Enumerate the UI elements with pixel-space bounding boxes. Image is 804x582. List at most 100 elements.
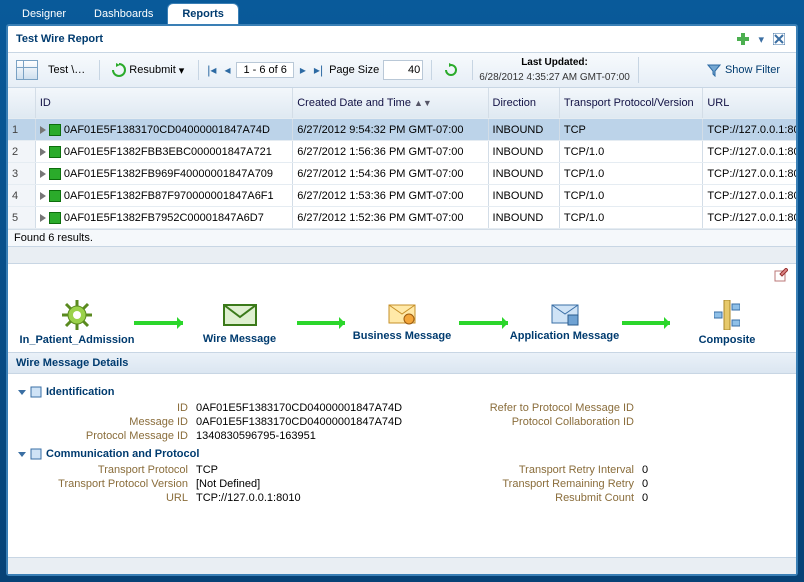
cell-direction: INBOUND <box>488 119 559 141</box>
cell-direction: INBOUND <box>488 141 559 163</box>
close-panel-icon[interactable] <box>770 30 788 48</box>
expand-row-icon[interactable] <box>40 214 46 222</box>
resubmit-button[interactable]: Resubmit ▾ <box>106 60 190 80</box>
next-page-icon[interactable]: ▸ <box>298 63 308 77</box>
expand-row-icon[interactable] <box>40 126 46 134</box>
protocol-collab-id-key: Protocol Collaboration ID <box>464 416 634 428</box>
collapse-icon[interactable] <box>18 390 26 395</box>
results-table: ID Created Date and Time ▲▼ Direction Tr… <box>8 88 796 229</box>
protocol-message-id-value: 1340830596795-163951 <box>196 430 456 442</box>
cell-id: 0AF01E5F1382FB7952C00001847A6D7 <box>35 207 292 229</box>
flow-node-endpoint[interactable]: In_Patient_Admission <box>20 334 135 346</box>
doc-icon <box>30 448 42 460</box>
flow-node-composite[interactable]: Composite <box>699 334 756 346</box>
chevron-down-icon[interactable]: ▾ <box>758 33 764 46</box>
cell-created: 6/27/2012 1:52:36 PM GMT-07:00 <box>293 207 488 229</box>
col-rownum[interactable] <box>8 88 35 119</box>
table-row[interactable]: 10AF01E5F1383170CD04000001847A74D6/27/20… <box>8 119 796 141</box>
row-number: 2 <box>8 141 35 163</box>
cell-url: TCP://127.0.0.1:8010 <box>703 119 796 141</box>
envelope-icon <box>222 301 258 329</box>
arrow-icon <box>297 321 346 325</box>
tab-dashboards[interactable]: Dashboards <box>80 4 167 24</box>
refer-pmid-value <box>642 402 702 414</box>
transport-remaining-retry-value: 0 <box>642 478 702 490</box>
cell-direction: INBOUND <box>488 163 559 185</box>
col-direction[interactable]: Direction <box>488 88 559 119</box>
first-page-icon[interactable]: |◂ <box>205 63 218 77</box>
composite-icon <box>714 300 740 330</box>
refresh-icon <box>444 63 458 77</box>
url-value: TCP://127.0.0.1:8010 <box>196 492 456 504</box>
status-icon <box>49 190 61 202</box>
show-filter-label: Show Filter <box>725 64 780 76</box>
cell-url: TCP://127.0.0.1:8010 <box>703 163 796 185</box>
funnel-icon <box>707 63 721 77</box>
horizontal-scrollbar[interactable] <box>8 557 796 574</box>
transport-retry-interval-value: 0 <box>642 464 702 476</box>
cell-direction: INBOUND <box>488 185 559 207</box>
flow-node-wire-message[interactable]: Wire Message <box>203 333 276 345</box>
col-created[interactable]: Created Date and Time ▲▼ <box>293 88 488 119</box>
id-value: 0AF01E5F1383170CD04000001847A74D <box>196 402 456 414</box>
arrow-icon <box>622 321 671 325</box>
prev-page-icon[interactable]: ◂ <box>222 63 232 77</box>
doc-icon <box>30 386 42 398</box>
page-size-input[interactable] <box>383 60 423 80</box>
tab-designer[interactable]: Designer <box>8 4 80 24</box>
last-page-icon[interactable]: ▸| <box>312 63 325 77</box>
protocol-collab-id-value <box>642 416 702 428</box>
flow-node-business-message[interactable]: Business Message <box>353 330 451 342</box>
table-row[interactable]: 30AF01E5F1382FB969F40000001847A7096/27/2… <box>8 163 796 185</box>
transport-protocol-version-key: Transport Protocol Version <box>18 478 188 490</box>
flow-node-application-message[interactable]: Application Message <box>510 330 619 342</box>
edit-report-icon[interactable] <box>772 266 790 284</box>
cell-created: 6/27/2012 1:56:36 PM GMT-07:00 <box>293 141 488 163</box>
protocol-message-id-key: Protocol Message ID <box>18 430 188 442</box>
horizontal-scrollbar[interactable] <box>8 246 796 263</box>
expand-row-icon[interactable] <box>40 148 46 156</box>
cell-created: 6/27/2012 1:53:36 PM GMT-07:00 <box>293 185 488 207</box>
refresh-button[interactable] <box>438 60 464 80</box>
cell-url: TCP://127.0.0.1:8010 <box>703 141 796 163</box>
col-url[interactable]: URL <box>703 88 796 119</box>
transport-retry-interval-key: Transport Retry Interval <box>464 464 634 476</box>
expand-row-icon[interactable] <box>40 192 46 200</box>
col-transport[interactable]: Transport Protocol/Version <box>559 88 702 119</box>
table-row[interactable]: 20AF01E5F1382FBB3EBC000001847A7216/27/20… <box>8 141 796 163</box>
url-key: URL <box>18 492 188 504</box>
cell-transport: TCP/1.0 <box>559 163 702 185</box>
table-row[interactable]: 50AF01E5F1382FB7952C00001847A6D76/27/201… <box>8 207 796 229</box>
status-icon <box>49 146 61 158</box>
row-number: 4 <box>8 185 35 207</box>
cell-created: 6/27/2012 9:54:32 PM GMT-07:00 <box>293 119 488 141</box>
test-dropdown[interactable]: Test \… <box>42 61 91 79</box>
test-dropdown-label: Test \… <box>48 64 85 76</box>
tab-reports[interactable]: Reports <box>167 3 239 24</box>
envelope-gear-icon <box>388 304 416 326</box>
cell-id: 0AF01E5F1382FB87F970000001847A6F1 <box>35 185 292 207</box>
resubmit-label: Resubmit <box>129 64 175 76</box>
transport-protocol-value: TCP <box>196 464 456 476</box>
details-section-title: Wire Message Details <box>8 352 796 374</box>
col-id[interactable]: ID <box>35 88 292 119</box>
id-key: ID <box>18 402 188 414</box>
show-filter-link[interactable]: Show Filter <box>707 63 780 77</box>
cell-transport: TCP/1.0 <box>559 141 702 163</box>
resubmit-count-key: Resubmit Count <box>464 492 634 504</box>
grid-view-icon[interactable] <box>16 60 38 80</box>
row-number: 1 <box>8 119 35 141</box>
communication-header: Communication and Protocol <box>46 448 199 460</box>
cell-transport: TCP <box>559 119 702 141</box>
add-icon[interactable] <box>734 30 752 48</box>
row-number: 5 <box>8 207 35 229</box>
status-icon <box>49 212 61 224</box>
cell-transport: TCP/1.0 <box>559 185 702 207</box>
collapse-icon[interactable] <box>18 452 26 457</box>
cell-id: 0AF01E5F1382FBB3EBC000001847A721 <box>35 141 292 163</box>
table-row[interactable]: 40AF01E5F1382FB87F970000001847A6F16/27/2… <box>8 185 796 207</box>
page-range: 1 - 6 of 6 <box>236 62 293 78</box>
page-size-label: Page Size <box>329 64 379 76</box>
status-icon <box>49 168 61 180</box>
expand-row-icon[interactable] <box>40 170 46 178</box>
